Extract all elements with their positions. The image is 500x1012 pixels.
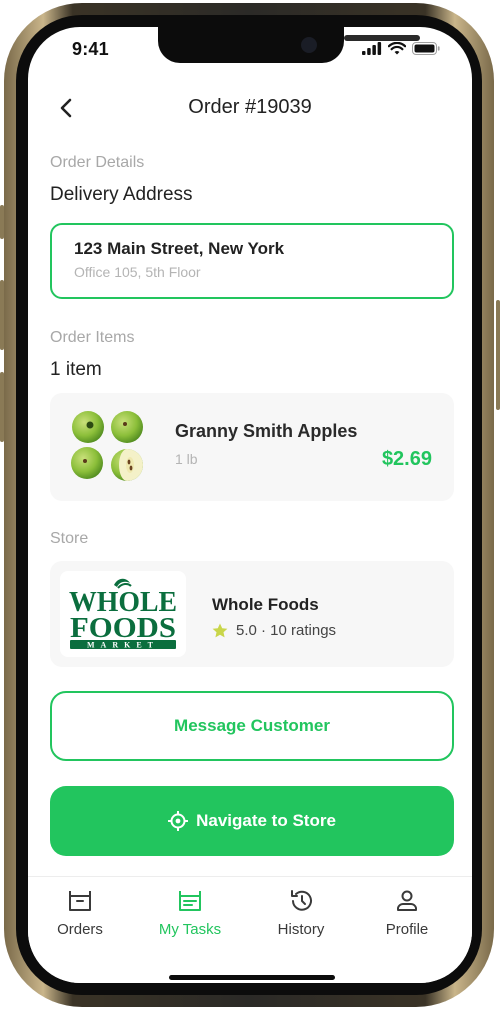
locate-target-icon [168,811,189,831]
apples-image [64,405,152,489]
camera [301,37,317,53]
tab-history-label: History [277,921,325,938]
tab-profile[interactable]: Profile [357,889,457,938]
status-icons [362,42,440,55]
navigate-to-store-label: Navigate to Store [196,811,336,830]
tab-orders[interactable]: Orders [30,889,130,938]
power-button [496,300,500,410]
cellular-signal-icon [362,42,382,55]
delivery-address-card[interactable]: 123 Main Street, New York Office 105, 5t… [50,223,454,299]
order-details-label: Order Details [50,154,145,171]
store-name: Whole Foods [212,595,319,614]
rating-text: 5.0 · 10 ratings [236,622,337,639]
order-items-label: Order Items [50,329,135,346]
item-count-heading: 1 item [50,359,102,380]
delivery-address-heading: Delivery Address [50,184,193,205]
mute-switch [0,205,4,239]
address-line-1: 123 Main Street, New York [74,239,285,258]
volume-down-button [0,372,4,442]
logo-text-market: MARKET [87,641,159,650]
orders-icon [69,891,91,911]
message-customer-label: Message Customer [174,716,330,735]
status-time: 9:41 [72,39,109,59]
screen: 9:41 Order #19039 Order Details Delivery… [28,27,472,983]
volume-up-button [0,280,4,350]
tab-history[interactable]: History [251,889,351,938]
wifi-icon [388,42,406,55]
tab-profile-label: Profile [385,921,429,938]
order-item-card[interactable]: Granny Smith Apples 1 lb $2.69 [50,393,454,501]
star-icon [212,623,228,638]
speaker [344,35,420,41]
page-title: Order #19039 [188,96,312,118]
header: Order #19039 [28,85,472,131]
tab-my-tasks-label: My Tasks [158,921,222,938]
home-indicator[interactable] [169,975,335,980]
whole-foods-logo: WHOLE FOODS MARKET [60,571,186,657]
battery-icon [412,42,440,55]
store-label: Store [50,530,89,547]
tab-orders-label: Orders [57,921,103,938]
tasks-icon [179,891,201,911]
address-line-2: Office 105, 5th Floor [74,264,201,280]
store-rating: 5.0 · 10 ratings [212,622,336,639]
message-customer-button[interactable]: Message Customer [50,691,454,761]
item-name: Granny Smith Apples [175,421,358,441]
bottom-tab-bar: Orders My Tasks History Profile [28,876,472,983]
navigate-to-store-button[interactable]: Navigate to Store [50,786,454,856]
history-icon [291,890,312,911]
tab-my-tasks[interactable]: My Tasks [140,889,240,938]
item-quantity: 1 lb [175,451,198,467]
profile-icon [397,890,417,911]
item-price: $2.69 [381,448,432,470]
store-card[interactable]: WHOLE FOODS MARKET Whole Foods 5.0 · 10 … [50,561,454,667]
logo-text-foods: FOODS [70,613,176,644]
notch [158,27,420,63]
